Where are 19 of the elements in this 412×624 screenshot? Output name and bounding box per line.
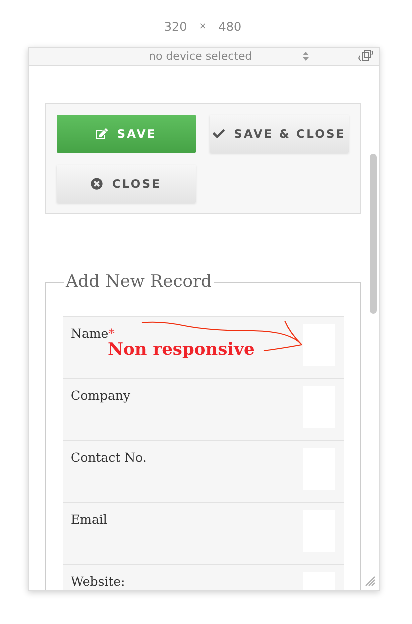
resize-grip-icon[interactable] — [365, 576, 375, 586]
check-icon — [213, 128, 226, 140]
rotate-icon[interactable] — [357, 50, 375, 63]
field-label: Contact No. — [71, 449, 147, 467]
form-legend: Add New Record — [64, 272, 214, 292]
close-icon — [91, 178, 104, 190]
edit-icon — [96, 128, 108, 140]
viewport-height: 480 — [218, 20, 242, 34]
field-label: Website: — [71, 573, 126, 590]
field-label: Email — [71, 511, 108, 529]
viewport-width: 320 — [164, 20, 188, 34]
scrollbar-thumb[interactable] — [370, 154, 377, 314]
input-field[interactable] — [303, 324, 335, 366]
updown-icon — [303, 52, 309, 61]
close-button[interactable]: CLOSE — [57, 165, 196, 203]
annotation-text: Non responsive — [108, 340, 255, 360]
save-close-button[interactable]: SAVE & CLOSE — [210, 115, 349, 153]
times-sign: × — [199, 22, 207, 32]
field-label: Company — [71, 387, 131, 405]
